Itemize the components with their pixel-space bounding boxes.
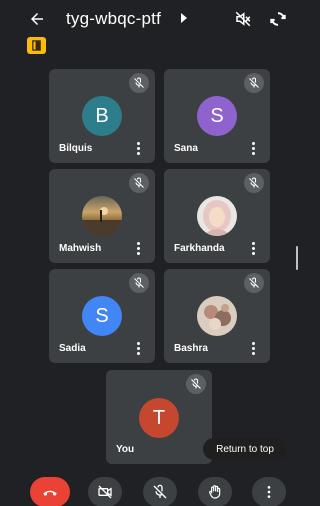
top-bar: tyg-wbqc-ptf (0, 0, 299, 38)
end-call-button[interactable] (30, 477, 70, 506)
avatar-photo (82, 196, 122, 236)
mic-off-icon (186, 374, 206, 394)
more-vert-icon[interactable] (137, 242, 141, 256)
breakout-room-badge[interactable] (27, 37, 46, 54)
participant-name: Sana (174, 143, 198, 154)
participant-name: You (116, 444, 135, 455)
more-vert-icon[interactable] (137, 342, 141, 356)
mic-off-icon (244, 73, 264, 93)
camera-toggle-button[interactable] (88, 477, 122, 506)
participant-name: Bashra (174, 343, 208, 354)
participant-name: Mahwish (59, 243, 102, 254)
mic-off-icon (244, 273, 264, 293)
avatar-photo (197, 196, 237, 236)
participant-name: Farkhanda (174, 243, 225, 254)
participant-tile-you[interactable]: T You (106, 370, 212, 464)
avatar: B (82, 96, 122, 136)
avatar-photo (197, 296, 237, 336)
mic-off-icon (244, 173, 264, 193)
avatar: S (82, 296, 122, 336)
meeting-code[interactable]: tyg-wbqc-ptf (66, 9, 161, 29)
participant-tile-sadia[interactable]: S Sadia (49, 269, 155, 363)
participant-tile-farkhanda[interactable]: Farkhanda (164, 169, 270, 263)
participant-tile-sana[interactable]: S Sana (164, 69, 270, 163)
mic-off-icon (129, 73, 149, 93)
mic-off-icon (129, 273, 149, 293)
more-options-button[interactable] (252, 477, 286, 506)
call-controls (0, 472, 299, 506)
more-vert-icon (267, 486, 271, 498)
avatar: T (139, 398, 179, 438)
arrow-left-icon[interactable] (28, 10, 46, 28)
door-icon (32, 40, 41, 51)
return-to-top-button[interactable]: Return to top (203, 438, 287, 460)
more-vert-icon[interactable] (137, 142, 141, 156)
participant-tile-bashra[interactable]: Bashra (164, 269, 270, 363)
speaker-off-icon[interactable] (234, 10, 252, 28)
participant-name: Bilquis (59, 143, 93, 154)
more-vert-icon[interactable] (252, 242, 256, 256)
edge-handle[interactable] (296, 246, 298, 270)
participant-name: Sadia (59, 343, 86, 354)
mic-toggle-button[interactable] (143, 477, 177, 506)
more-vert-icon[interactable] (252, 142, 256, 156)
call-end-icon (43, 490, 57, 496)
raise-hand-button[interactable] (198, 477, 232, 506)
more-vert-icon[interactable] (252, 342, 256, 356)
camera-off-icon (98, 485, 112, 499)
mic-off-icon (153, 484, 167, 499)
hand-icon (209, 485, 221, 499)
chevron-right-icon[interactable] (180, 13, 188, 23)
switch-camera-icon[interactable] (268, 9, 288, 29)
mic-off-icon (129, 173, 149, 193)
participant-tile-bilquis[interactable]: B Bilquis (49, 69, 155, 163)
avatar: S (197, 96, 237, 136)
participant-tile-mahwish[interactable]: Mahwish (49, 169, 155, 263)
